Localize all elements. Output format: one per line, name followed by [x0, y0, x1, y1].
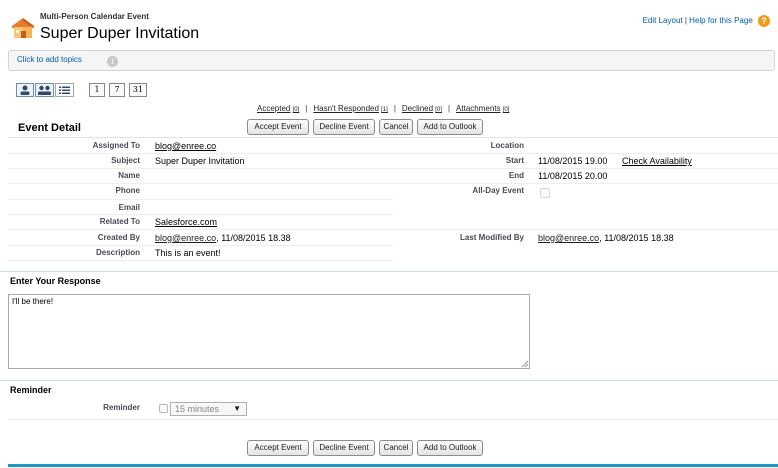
info-icon[interactable]: i	[107, 56, 118, 67]
subject-value: Super Duper Invitation	[155, 156, 245, 166]
field-label-start: Start	[505, 156, 524, 165]
response-textarea[interactable]: I'll be there!	[8, 294, 530, 369]
field-label-name: Name	[118, 171, 140, 180]
row-divider	[8, 168, 393, 169]
row-divider	[393, 153, 778, 154]
add-topics-link[interactable]: Click to add topics	[17, 55, 82, 64]
check-availability-link[interactable]: Check Availability	[622, 156, 692, 166]
section-divider	[8, 137, 778, 138]
related-to-link[interactable]: Salesforce.com	[155, 217, 217, 227]
accept-event-button[interactable]: Accept Event	[247, 440, 309, 456]
created-by-date: , 11/08/2015 18.38	[216, 233, 291, 243]
related-link-accepted[interactable]: Accepted [0]	[257, 104, 299, 113]
page-title: Super Duper Invitation	[40, 25, 200, 42]
field-label-all-day-event: All-Day Event	[472, 186, 524, 195]
reminder-checkbox[interactable]	[159, 404, 168, 413]
row-divider	[393, 168, 778, 169]
end-value: 11/08/2015 20.00	[538, 171, 608, 181]
field-label-email: Email	[118, 203, 140, 212]
resize-grip-icon[interactable]	[521, 360, 529, 368]
reminder-selected-value: 15 minutes	[175, 404, 220, 414]
topics-bar: Click to add topics i	[8, 50, 775, 71]
row-divider	[393, 183, 778, 184]
last-modified-by-link[interactable]: blog@enree.co	[538, 233, 599, 243]
dropdown-arrow-icon: ▼	[233, 404, 241, 413]
field-label-end: End	[508, 171, 524, 180]
object-type-label: Multi-Person Calendar Event	[40, 12, 149, 21]
section-title-response: Enter Your Response	[10, 276, 101, 286]
help-link[interactable]: Help for this Page	[689, 16, 753, 25]
multi-user-view-icon[interactable]	[35, 83, 54, 97]
field-label-description: Description	[95, 248, 140, 257]
cancel-button[interactable]: Cancel	[379, 119, 413, 135]
row-divider	[8, 260, 393, 261]
footer-accent-bar	[8, 464, 778, 467]
related-list-links: Accepted [0] | Hasn't Responded [1] | Declin…	[257, 104, 509, 113]
add-to-outlook-button[interactable]: Add to Outlook	[417, 440, 483, 456]
field-label-reminder: Reminder	[103, 403, 140, 412]
related-link-hasnt-responded[interactable]: Hasn't Responded [1]	[313, 104, 387, 113]
decline-event-button[interactable]: Decline Event	[313, 119, 375, 135]
link-separator: |	[393, 104, 396, 113]
calendar-house-icon	[12, 18, 34, 38]
link-separator: |	[447, 104, 451, 113]
reminder-time-select[interactable]: 15 minutes ▼	[170, 402, 247, 416]
created-by-link[interactable]: blog@enree.co	[155, 233, 216, 243]
help-icon[interactable]: ?	[758, 15, 770, 27]
all-day-checkbox	[540, 188, 550, 198]
decline-event-button[interactable]: Decline Event	[313, 440, 375, 456]
field-label-created-by: Created By	[97, 233, 140, 242]
section-title-event-detail: Event Detail	[18, 122, 81, 134]
created-by-value: blog@enree.co, 11/08/2015 18.38	[155, 233, 291, 243]
last-modified-date: , 11/08/2015 18.38	[599, 233, 674, 243]
start-value: 11/08/2015 19.00	[538, 156, 608, 166]
link-separator: |	[305, 104, 308, 113]
row-divider	[8, 153, 393, 154]
section-title-reminder: Reminder	[10, 385, 52, 395]
list-view-icon[interactable]	[55, 83, 74, 97]
field-label-location: Location	[490, 141, 524, 150]
field-label-phone: Phone	[115, 186, 140, 195]
row-divider	[8, 199, 393, 200]
accept-event-button[interactable]: Accept Event	[247, 119, 309, 135]
edit-layout-link[interactable]: Edit Layout	[643, 16, 683, 25]
related-link-declined[interactable]: Declined [0]	[402, 104, 442, 113]
section-divider	[0, 380, 778, 381]
row-divider	[8, 214, 393, 215]
row-divider	[8, 245, 393, 246]
field-label-last-modified-by: Last Modified By	[459, 233, 524, 242]
row-divider	[8, 419, 778, 420]
description-value: This is an event!	[155, 248, 221, 258]
row-divider	[8, 229, 778, 230]
week-view-button[interactable]: 7	[109, 83, 125, 97]
related-link-attachments[interactable]: Attachments [0]	[456, 104, 509, 113]
field-label-related-to: Related To	[99, 217, 140, 226]
row-divider	[8, 183, 393, 184]
day-view-button[interactable]: 1	[89, 83, 105, 97]
cancel-button[interactable]: Cancel	[379, 440, 413, 456]
page-header: Multi-Person Calendar Event Super Duper …	[0, 0, 778, 48]
month-view-button[interactable]: 31	[129, 83, 147, 97]
header-link-separator: |	[684, 16, 687, 26]
single-user-view-icon[interactable]	[16, 83, 34, 97]
field-label-assigned-to: Assigned To	[92, 141, 140, 150]
section-divider	[0, 271, 778, 272]
last-modified-by-value: blog@enree.co, 11/08/2015 18.38	[538, 233, 674, 243]
assigned-to-link[interactable]: blog@enree.co	[155, 141, 216, 151]
add-to-outlook-button[interactable]: Add to Outlook	[417, 119, 483, 135]
field-label-subject: Subject	[111, 156, 140, 165]
header-links: Edit Layout | Help for this Page ?	[643, 15, 770, 27]
